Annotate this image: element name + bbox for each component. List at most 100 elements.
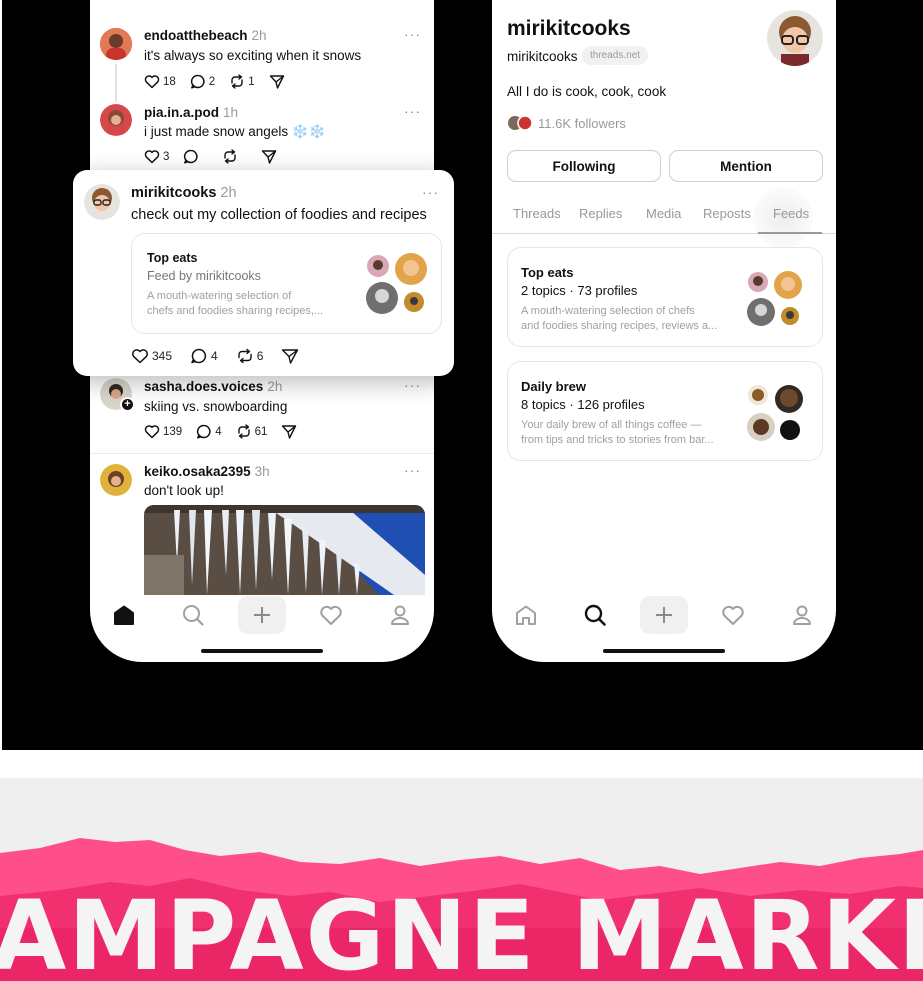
share-button[interactable]	[281, 348, 302, 364]
profile-icon	[390, 605, 409, 625]
share-button[interactable]	[261, 149, 280, 164]
reply-count: 4	[211, 349, 218, 363]
profile-bio: All I do is cook, cook, cook	[507, 84, 667, 99]
reply-button[interactable]: 2	[190, 74, 215, 89]
tab-threads[interactable]: Threads	[513, 206, 561, 221]
tab-home[interactable]	[502, 596, 550, 634]
feed-preview-card[interactable]: Top eats Feed by mirikitcooks A mouth-wa…	[131, 233, 442, 334]
heart-icon	[144, 150, 160, 164]
like-button[interactable]: 345	[131, 348, 172, 364]
tab-reposts[interactable]: Reposts	[703, 206, 751, 221]
post-text: i just made snow angels ❄️❄️	[144, 124, 326, 139]
like-count: 139	[163, 425, 183, 438]
tab-home[interactable]	[100, 596, 148, 634]
follow-plus-icon[interactable]: +	[120, 397, 135, 412]
reply-button[interactable]	[183, 149, 202, 164]
reply-icon	[184, 149, 198, 164]
post-text: don't look up!	[144, 483, 224, 498]
active-tab-indicator	[758, 232, 822, 234]
feed-title: Top eats	[147, 251, 198, 265]
tab-media[interactable]: Media	[646, 206, 681, 221]
repost-button[interactable]: 1	[229, 74, 255, 89]
heart-icon	[722, 605, 744, 625]
post-username[interactable]: pia.in.a.pod 1h	[144, 105, 238, 120]
profile-handle: mirikitcooks	[507, 49, 578, 64]
feed-avatars-cluster	[747, 271, 802, 326]
thread-line	[115, 64, 117, 102]
screenshot-stage: endoatthebeach 2h it's always so exciting…	[2, 0, 923, 750]
more-options-icon[interactable]: ···	[422, 184, 439, 200]
send-icon	[282, 425, 297, 439]
share-button[interactable]	[281, 424, 300, 439]
profile-name: mirikitcooks	[507, 17, 631, 40]
share-button[interactable]	[269, 74, 288, 89]
repost-button[interactable]: 6	[236, 348, 264, 364]
bottom-tab-bar	[90, 595, 434, 635]
following-button[interactable]: Following	[507, 150, 661, 182]
tab-search[interactable]	[169, 596, 217, 634]
like-button[interactable]: 3	[144, 149, 169, 164]
repost-icon	[238, 348, 252, 364]
reply-count: 2	[208, 75, 216, 88]
domain-badge[interactable]: threads.net	[582, 46, 649, 65]
reply-count: 4	[215, 425, 222, 438]
like-button[interactable]: 139	[144, 424, 182, 439]
reply-button[interactable]: 4	[190, 348, 218, 364]
repost-button[interactable]	[222, 149, 241, 164]
tab-feeds[interactable]: Feeds	[773, 206, 809, 221]
bottom-tab-bar	[492, 595, 836, 635]
more-options-icon[interactable]: ···	[404, 26, 421, 42]
heart-icon	[320, 605, 342, 625]
home-icon	[516, 605, 537, 625]
more-options-icon[interactable]: ···	[404, 103, 421, 119]
reply-button[interactable]: 4	[196, 424, 222, 439]
post-actions: 3	[144, 149, 294, 164]
feed-card[interactable]: Top eats 2 topics · 73 profiles A mouth-…	[507, 247, 823, 347]
avatar[interactable]	[100, 464, 132, 496]
profile-icon	[792, 605, 811, 625]
avatar[interactable]	[84, 184, 120, 220]
more-options-icon[interactable]: ···	[404, 462, 421, 478]
phone-profile: mirikitcooks mirikitcooks threads.net Al…	[492, 0, 836, 662]
tab-create[interactable]	[237, 596, 286, 634]
refresh-icon	[248, 0, 276, 4]
send-icon	[282, 349, 299, 364]
post-actions: 345 4 6	[131, 348, 316, 364]
feed-avatars-cluster	[366, 253, 427, 314]
reply-icon	[197, 424, 211, 439]
feed-stats: 8 topics · 126 profiles	[521, 397, 645, 412]
feed-card[interactable]: Daily brew 8 topics · 126 profiles Your …	[507, 361, 823, 461]
avatar[interactable]	[100, 104, 132, 136]
tab-profile[interactable]	[778, 596, 826, 634]
feed-description: A mouth-watering selection of chefs and …	[521, 305, 718, 332]
tab-activity[interactable]	[709, 596, 757, 634]
followers-count[interactable]: 11.6K followers	[538, 116, 626, 131]
avatar[interactable]	[100, 28, 132, 60]
like-button[interactable]: 18	[144, 74, 176, 89]
tab-create[interactable]	[639, 596, 688, 634]
post-username[interactable]: endoatthebeach 2h	[144, 28, 267, 43]
send-icon	[262, 150, 277, 164]
plus-icon	[253, 607, 270, 623]
post-username[interactable]: sasha.does.voices 2h	[144, 379, 282, 394]
repost-button[interactable]: 61	[236, 424, 267, 439]
home-indicator	[201, 649, 323, 653]
post-image[interactable]	[144, 505, 425, 595]
profile-avatar[interactable]	[767, 10, 823, 66]
tab-activity[interactable]	[307, 596, 355, 634]
feed-description: Your daily brew of all things coffee — f…	[521, 419, 714, 446]
search-icon	[183, 605, 204, 626]
tab-search[interactable]	[571, 596, 619, 634]
repost-icon	[231, 74, 243, 89]
post-actions: 18 2 1	[144, 74, 302, 89]
highlighted-post-card[interactable]: mirikitcooks 2h check out my collection o…	[73, 170, 454, 376]
more-options-icon[interactable]: ···	[404, 377, 421, 393]
post-username[interactable]: keiko.osaka2395 3h	[144, 464, 270, 479]
repost-count: 6	[256, 349, 264, 363]
tab-profile[interactable]	[376, 596, 424, 634]
heart-icon	[144, 75, 160, 89]
mention-button[interactable]: Mention	[669, 150, 823, 182]
post-text: check out my collection of foodies and r…	[131, 207, 427, 223]
post-username[interactable]: mirikitcooks 2h	[131, 185, 237, 201]
tab-replies[interactable]: Replies	[579, 206, 622, 221]
